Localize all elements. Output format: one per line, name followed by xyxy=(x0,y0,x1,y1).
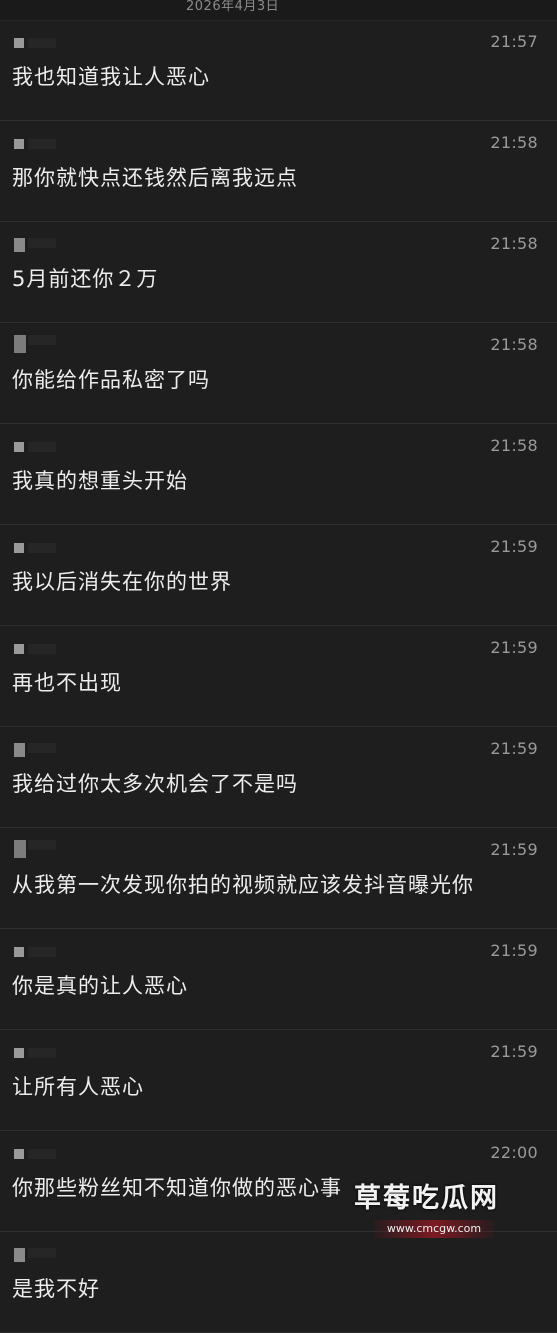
watermark-title: 草莓吃瓜网 xyxy=(354,1183,499,1214)
message-text: 你是真的让人恶心 xyxy=(12,974,188,998)
message-text: 我以后消失在你的世界 xyxy=(12,570,232,594)
message-time: 21:58 xyxy=(490,436,538,455)
message-time: 21:59 xyxy=(490,941,538,960)
message-list[interactable]: 21:57 我也知道我让人恶心 21:58 那你就快点还钱然后离我远点 21:5… xyxy=(0,20,557,1333)
message-time: 22:00 xyxy=(490,1143,538,1162)
message-row[interactable]: 21:59 我以后消失在你的世界 xyxy=(0,525,557,626)
message-row[interactable]: 21:58 你能给作品私密了吗 xyxy=(0,323,557,424)
sender-avatar xyxy=(14,644,56,654)
message-text: 你那些粉丝知不知道你做的恶心事 xyxy=(12,1176,342,1200)
message-time: 21:59 xyxy=(490,739,538,758)
message-row[interactable]: 21:58 那你就快点还钱然后离我远点 xyxy=(0,121,557,222)
message-row[interactable]: 21:59 从我第一次发现你拍的视频就应该发抖音曝光你 xyxy=(0,828,557,929)
message-time: 21:58 xyxy=(490,234,538,253)
message-text: 是我不好 xyxy=(12,1277,100,1301)
sender-avatar xyxy=(14,1248,56,1262)
message-text: 5月前还你２万 xyxy=(12,267,159,291)
message-text: 我给过你太多次机会了不是吗 xyxy=(12,772,298,796)
message-text: 我也知道我让人恶心 xyxy=(12,65,210,89)
message-row[interactable]: 21:59 让所有人恶心 xyxy=(0,1030,557,1131)
site-watermark: 草莓吃瓜网 www.cmcgw.com xyxy=(352,1176,532,1246)
message-text: 从我第一次发现你拍的视频就应该发抖音曝光你 xyxy=(12,873,474,897)
message-text: 再也不出现 xyxy=(12,671,122,695)
date-label: 2026年4月3日 xyxy=(186,0,280,14)
message-row[interactable]: 21:59 再也不出现 xyxy=(0,626,557,727)
sender-avatar xyxy=(14,442,56,452)
message-row[interactable]: 21:59 你是真的让人恶心 xyxy=(0,929,557,1030)
sender-avatar xyxy=(14,1149,56,1159)
message-row[interactable]: 21:58 我真的想重头开始 xyxy=(0,424,557,525)
sender-avatar xyxy=(14,335,56,353)
sender-avatar xyxy=(14,543,56,553)
date-header: 2026年4月3日 xyxy=(0,0,557,21)
sender-avatar xyxy=(14,840,56,858)
message-time: 21:58 xyxy=(490,133,538,152)
message-time: 21:59 xyxy=(490,638,538,657)
message-row[interactable]: 21:57 我也知道我让人恶心 xyxy=(0,20,557,121)
message-time: 21:59 xyxy=(490,1042,538,1061)
sender-avatar xyxy=(14,139,56,149)
message-time: 21:59 xyxy=(490,840,538,859)
sender-avatar xyxy=(14,38,56,48)
sender-avatar xyxy=(14,238,56,252)
message-text: 你能给作品私密了吗 xyxy=(12,368,210,392)
message-time: 21:58 xyxy=(490,335,538,354)
message-text: 那你就快点还钱然后离我远点 xyxy=(12,166,298,190)
message-time: 21:57 xyxy=(490,32,538,51)
message-row[interactable]: 21:59 我给过你太多次机会了不是吗 xyxy=(0,727,557,828)
message-text: 让所有人恶心 xyxy=(12,1075,144,1099)
sender-avatar xyxy=(14,743,56,757)
message-row[interactable]: 21:58 5月前还你２万 xyxy=(0,222,557,323)
message-text: 我真的想重头开始 xyxy=(12,469,188,493)
message-time: 21:59 xyxy=(490,537,538,556)
sender-avatar xyxy=(14,1048,56,1058)
watermark-url: www.cmcgw.com xyxy=(374,1220,494,1238)
sender-avatar xyxy=(14,947,56,957)
message-row[interactable]: 是我不好 xyxy=(0,1232,557,1333)
